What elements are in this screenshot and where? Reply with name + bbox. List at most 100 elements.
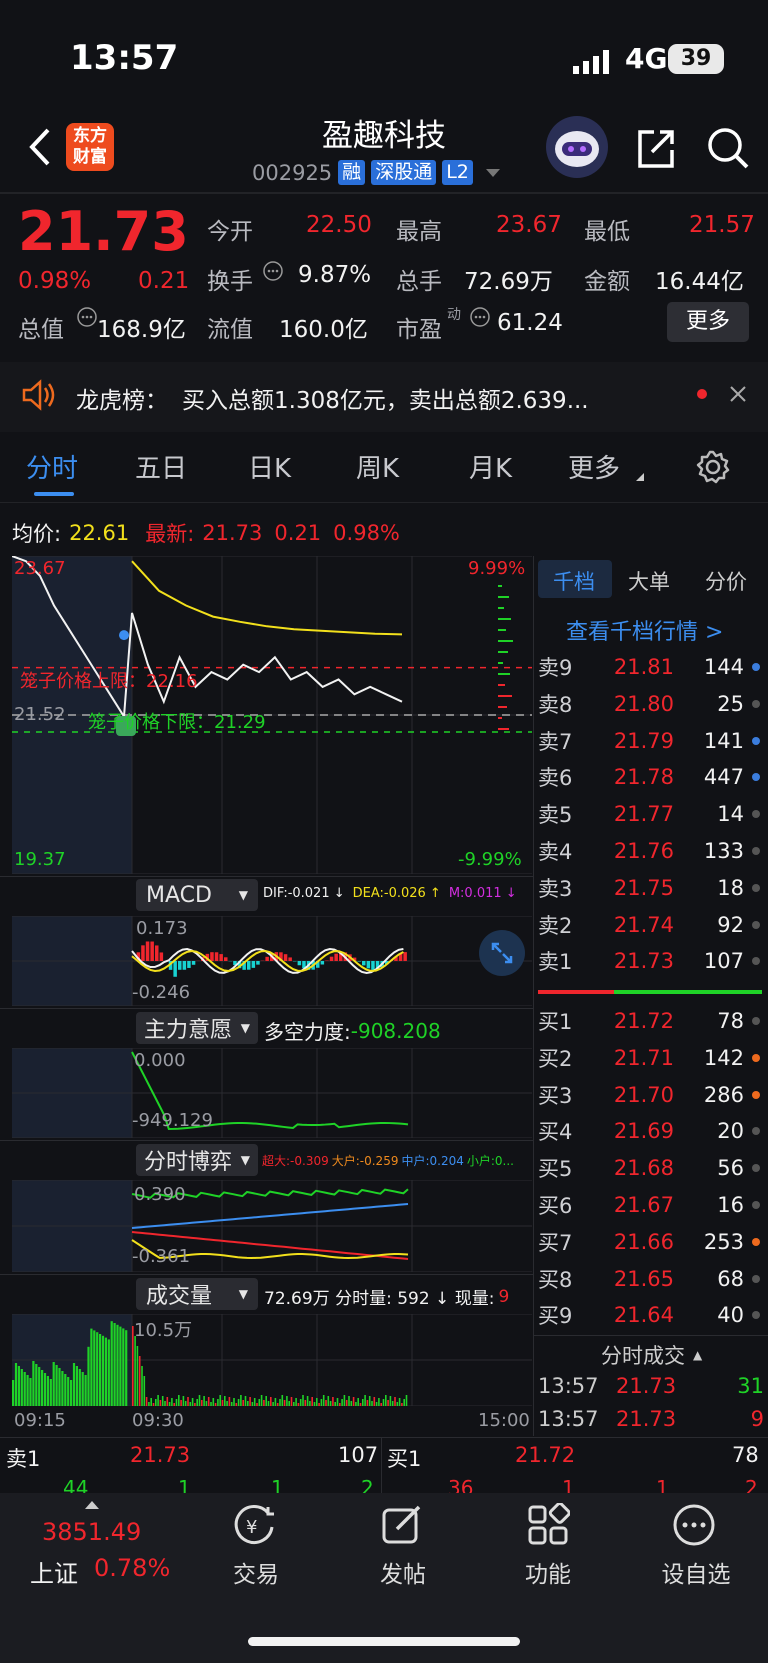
level-dot (752, 883, 760, 892)
tab-more[interactable]: 更多 (568, 448, 620, 485)
apps-icon[interactable] (526, 1503, 570, 1547)
index-pct[interactable]: 0.78% (94, 1554, 170, 1582)
search-icon (708, 128, 749, 169)
tag-l2: L2 (442, 160, 473, 185)
volume-bar (316, 1398, 318, 1406)
level-dot (752, 1127, 760, 1136)
tab-weekly-k[interactable]: 周K (356, 448, 399, 485)
volume-bar (141, 1366, 143, 1406)
volume-bar (189, 1402, 192, 1406)
dropdown-icon: ▼ (240, 1021, 250, 1035)
expand-button[interactable] (479, 930, 525, 976)
tab-daily-k[interactable]: 日K (248, 448, 291, 485)
more-icon[interactable] (672, 1503, 716, 1547)
more-button[interactable]: 更多 (667, 302, 749, 342)
premarket-volume-bar (116, 1324, 119, 1406)
info-icon[interactable] (469, 306, 491, 328)
order-book-row[interactable]: 买8 21.65 68 (538, 1261, 764, 1297)
premarket-volume-bar (43, 1373, 47, 1406)
post-icon[interactable] (381, 1503, 425, 1547)
macd-values: DIF:-0.021 ↓ DEA:-0.026 ↑ M:0.011 ↓ (263, 886, 517, 901)
level-dot (752, 1311, 760, 1320)
close-notice-button[interactable] (728, 384, 748, 404)
nav-functions[interactable]: 功能 (508, 1555, 588, 1589)
order-book-row[interactable]: 买3 21.70 286 (538, 1077, 764, 1113)
info-icon[interactable] (76, 306, 98, 328)
trade-icon[interactable]: ¥ (232, 1503, 280, 1547)
order-book-row[interactable]: 卖9 21.81 144 (538, 649, 764, 685)
order-book-row[interactable]: 买2 21.71 142 (538, 1040, 764, 1076)
order-book-row[interactable]: 卖8 21.80 25 (538, 686, 764, 722)
order-book-row[interactable]: 卖7 21.79 141 (538, 723, 764, 759)
volume-chart[interactable] (12, 1314, 532, 1406)
settings-button[interactable] (695, 449, 731, 485)
assistant-avatar[interactable] (546, 116, 608, 178)
game-selector[interactable]: 分时博弈 ▼ (136, 1144, 258, 1176)
volume-bar (345, 1400, 348, 1406)
volume-bar (253, 1398, 256, 1406)
volume-bar (283, 1400, 286, 1406)
ticks-header[interactable]: 分时成交 ▲ (601, 1340, 702, 1370)
macd-dea: DEA:-0.026 ↑ (352, 886, 441, 901)
force-values: 多空力度: -908.208 (264, 1016, 441, 1045)
order-book-row[interactable]: 买4 21.69 20 (538, 1113, 764, 1149)
nav-add-watchlist[interactable]: 设自选 (646, 1555, 746, 1589)
macd-bar (210, 952, 214, 961)
search-button[interactable] (706, 126, 750, 170)
order-book-row[interactable]: 买5 21.68 56 (538, 1150, 764, 1186)
tab-intraday[interactable]: 分时 (26, 448, 78, 485)
volume-bar (355, 1402, 357, 1406)
side-tab-big-orders[interactable]: 大单 (628, 566, 670, 596)
premarket-volume-bar (78, 1369, 81, 1406)
volume-selector[interactable]: 成交量 ▼ (136, 1278, 258, 1310)
speaker-icon (20, 378, 56, 412)
force-selector[interactable]: 主力意愿 ▼ (136, 1012, 258, 1044)
game-chart[interactable] (12, 1180, 532, 1272)
volume-bar (191, 1398, 194, 1406)
index-name[interactable]: 上证 (30, 1554, 78, 1589)
side-tab-depth[interactable]: 千档 (553, 566, 595, 596)
volume-bar (164, 1401, 166, 1406)
network-type: 4G (625, 42, 668, 75)
level-volume: 141 (703, 728, 744, 753)
macd-chart[interactable] (12, 916, 532, 1006)
tick-price: 21.73 (616, 1407, 677, 1431)
order-book-row[interactable]: 卖3 21.75 18 (538, 870, 764, 906)
share-button[interactable] (634, 126, 678, 170)
order-book-row[interactable]: 卖4 21.76 133 (538, 833, 764, 869)
tab-five-day[interactable]: 五日 (135, 448, 187, 485)
volume-bar (299, 1399, 302, 1406)
nav-trade[interactable]: 交易 (216, 1555, 296, 1589)
level-price: 21.73 (613, 949, 674, 974)
macd-bar (145, 941, 150, 961)
volume-bar (166, 1397, 169, 1406)
share-icon (638, 130, 674, 168)
premarket-volume-bar (96, 1332, 99, 1406)
view-depth-link[interactable]: 查看千档行情 > (566, 614, 723, 646)
level-price: 21.75 (613, 875, 674, 900)
level-label: 卖3 (538, 876, 573, 901)
volume-bar (152, 1403, 155, 1406)
force-chart[interactable] (12, 1048, 532, 1138)
level-label: 买1 (538, 1010, 573, 1034)
level-volume: 142 (703, 1045, 744, 1070)
tab-monthly-k[interactable]: 月K (469, 448, 512, 485)
bottom-sell-label: 卖1 (6, 1447, 41, 1471)
order-book-row[interactable]: 卖2 21.74 92 (538, 907, 764, 943)
index-value[interactable]: 3851.49 (42, 1518, 141, 1546)
order-book-row[interactable]: 卖6 21.78 447 (538, 759, 764, 795)
order-book-row[interactable]: 卖1 21.73 107 (538, 943, 764, 979)
level-dot (752, 699, 760, 708)
level-dot (752, 1201, 760, 1209)
order-book-row[interactable]: 买9 21.64 40 (538, 1297, 764, 1333)
order-book-row[interactable]: 买6 21.67 16 (538, 1187, 764, 1223)
volume-bar (385, 1395, 387, 1406)
volume-bar (281, 1395, 284, 1406)
side-tab-price-dist[interactable]: 分价 (705, 566, 747, 596)
order-book-row[interactable]: 买7 21.66 253 (538, 1224, 764, 1260)
info-icon[interactable] (262, 260, 284, 282)
macd-selector[interactable]: MACD ▼ (136, 879, 258, 911)
nav-post[interactable]: 发帖 (363, 1555, 443, 1589)
order-book-row[interactable]: 买1 21.72 78 (538, 1003, 764, 1039)
order-book-row[interactable]: 卖5 21.77 14 (538, 796, 764, 832)
